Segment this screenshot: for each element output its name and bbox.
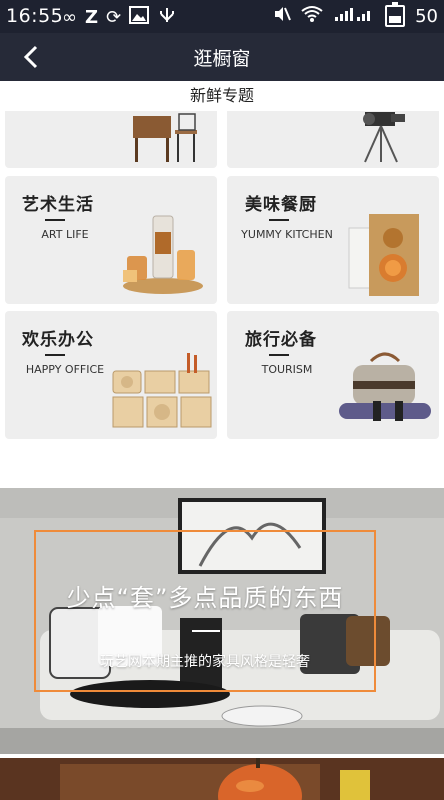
wifi-icon <box>301 5 323 27</box>
status-time: 16:55 <box>6 5 64 27</box>
top-navbar: 逛橱窗 <box>0 33 444 81</box>
promo-banner[interactable]: 少点“套”多点品质的东西 玩艺网本期主推的家具风格是轻奢 <box>0 488 444 754</box>
desk-chair-illustration <box>133 113 197 162</box>
battery-icon <box>385 2 406 27</box>
category-card-art-life[interactable]: 艺术生活 ART LIFE <box>5 176 217 304</box>
sync-icon: ⟳ <box>106 6 122 28</box>
banner-headline: 少点“套”多点品质的东西 <box>66 584 344 612</box>
card-title: 艺术生活 <box>22 195 94 215</box>
card-title: 旅行必备 <box>245 330 317 350</box>
banner-highlight-frame: 少点“套”多点品质的东西 玩艺网本期主推的家具风格是轻奢 <box>34 530 376 692</box>
status-bar: 16:55 ∞ Z ⟳ 50 <box>0 0 444 33</box>
infinity-icon: ∞ <box>62 6 77 28</box>
card-subtitle: ART LIFE <box>41 228 89 241</box>
cutting-board-illustration <box>348 214 419 296</box>
system-icons: 50 <box>273 2 438 27</box>
card-subtitle: HAPPY OFFICE <box>25 363 105 376</box>
z-icon: Z <box>85 6 99 28</box>
camera-tripod-illustration <box>363 112 405 163</box>
mute-icon <box>273 5 292 27</box>
next-banner-preview[interactable] <box>0 758 444 800</box>
image-icon <box>129 6 150 29</box>
category-card-happy-office[interactable]: 欢乐办公 HAPPY OFFICE <box>5 311 217 439</box>
battery-level: 50 <box>415 5 438 27</box>
fruit-photo <box>0 758 444 800</box>
category-card-yummy-kitchen[interactable]: 美味餐厨 YUMMY KITCHEN <box>227 176 439 304</box>
card-divider <box>269 219 289 221</box>
section-title: 新鲜专题 <box>0 81 444 111</box>
card-divider <box>45 219 65 221</box>
signal-icon <box>333 5 373 27</box>
notification-icons: ∞ Z ⟳ <box>62 6 177 29</box>
usb-icon <box>157 6 177 29</box>
desk-organizer-illustration <box>112 353 212 428</box>
card-title: 美味餐厨 <box>245 195 317 215</box>
banner-divider <box>192 630 220 632</box>
tea-set-illustration <box>123 215 203 294</box>
card-title: 欢乐办公 <box>22 330 94 350</box>
card-subtitle: TOURISM <box>261 363 313 376</box>
banner-subtitle: 玩艺网本期主推的家具风格是轻奢 <box>100 654 310 670</box>
card-divider <box>269 354 289 356</box>
page-title: 逛橱窗 <box>193 48 251 70</box>
card-divider <box>45 354 65 356</box>
card-subtitle: YUMMY KITCHEN <box>241 228 333 241</box>
category-card-tourism[interactable]: 旅行必备 TOURISM <box>227 311 439 439</box>
travel-bag-illustration <box>339 352 431 421</box>
